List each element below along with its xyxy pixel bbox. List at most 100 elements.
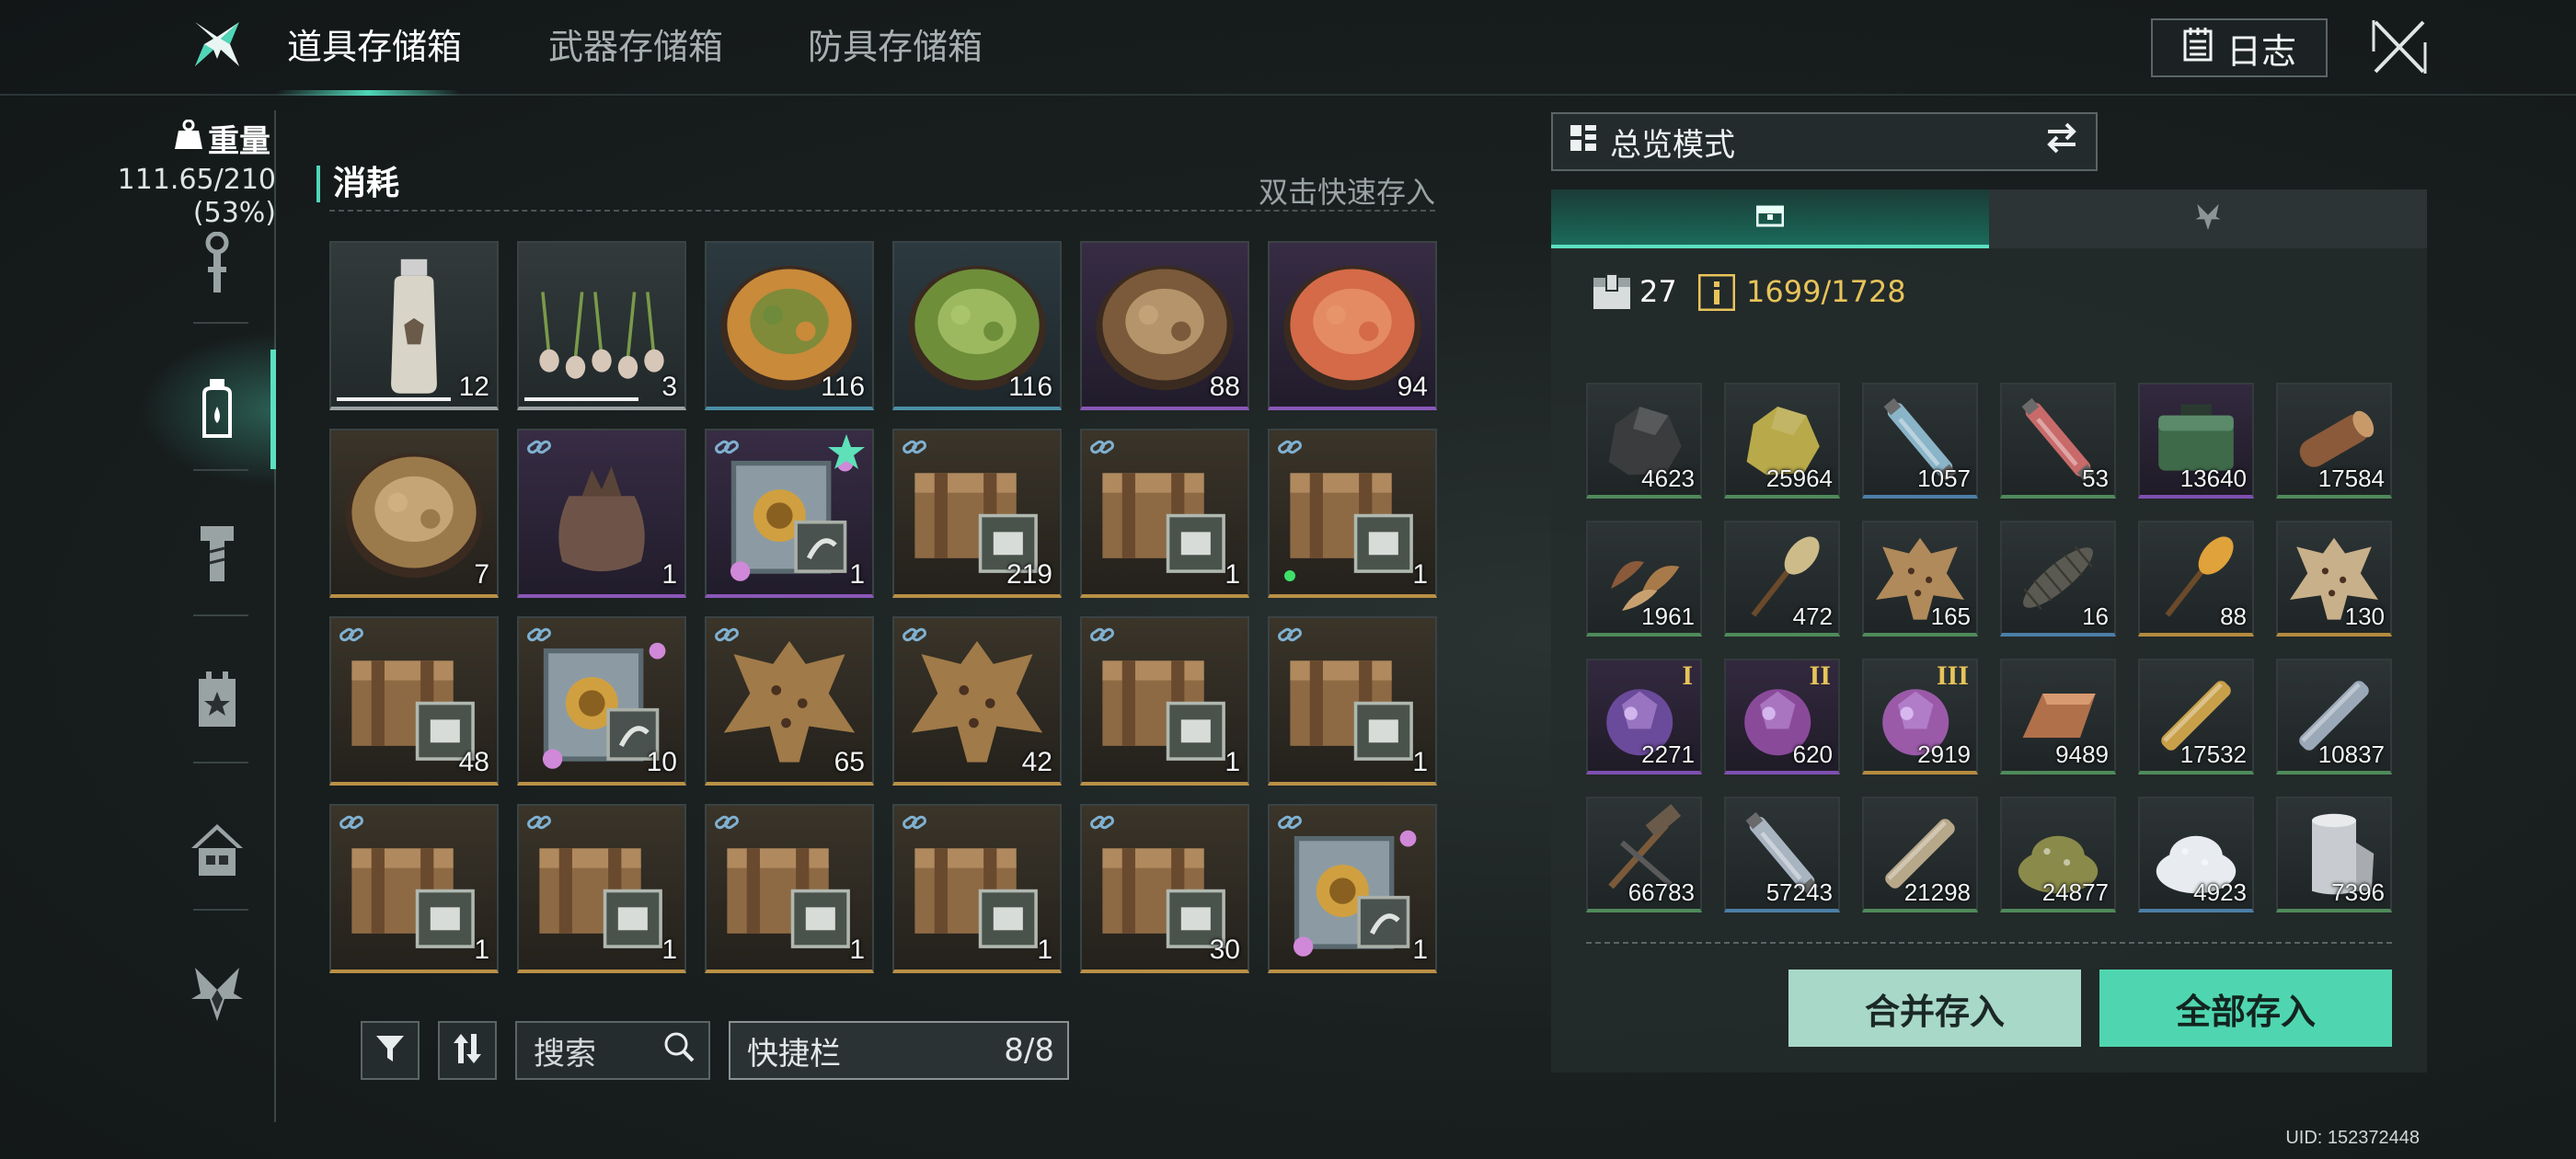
- item-quantity: 1: [849, 935, 865, 965]
- inventory-slot-boots-crate[interactable]: 1: [1268, 616, 1437, 786]
- inventory-slot-cloth-sack[interactable]: 1: [517, 429, 686, 598]
- inventory-slot-pants-crate[interactable]: 1: [705, 804, 874, 973]
- item-quantity: 17532: [2179, 740, 2247, 768]
- item-quantity: 2919: [1917, 740, 1971, 768]
- inventory-slot-leopard-hide[interactable]: 42: [892, 616, 1062, 786]
- inventory-slot-gold-safe[interactable]: 10: [517, 616, 686, 786]
- log-button[interactable]: 日志: [2151, 18, 2328, 77]
- item-quantity: 1: [1412, 559, 1428, 590]
- item-quantity: 7396: [2331, 878, 2385, 906]
- storage-slot-crystal-tier-1[interactable]: I 2271: [1586, 659, 1702, 775]
- inventory-slot-noodle-plate[interactable]: 116: [705, 241, 874, 410]
- storage-slot-leaf-scraps[interactable]: 1961: [1586, 521, 1702, 637]
- view-mode-label: 总览模式: [1610, 126, 1735, 164]
- storage-slot-foil-roll[interactable]: 7396: [2276, 797, 2392, 912]
- close-icon[interactable]: [2370, 15, 2429, 79]
- inventory-slot-vest-crate[interactable]: 1: [1080, 616, 1249, 786]
- item-quantity: 9489: [2055, 740, 2109, 768]
- item-quantity: 48: [458, 747, 489, 777]
- wrench-icon[interactable]: [188, 231, 247, 296]
- calendar-star-icon[interactable]: [188, 668, 247, 732]
- storage-slot-croc-hide[interactable]: 16: [2000, 521, 2116, 637]
- garlic-sprouts-icon: [519, 243, 684, 407]
- home-icon[interactable]: [188, 817, 247, 881]
- inventory-slot-pistol-crate[interactable]: 30: [1080, 804, 1249, 973]
- storage-slot-steel-bar[interactable]: 10837: [2276, 659, 2392, 775]
- storage-slot-salt-pile[interactable]: 4923: [2138, 797, 2254, 912]
- storage-slot-copper-ingot[interactable]: 9489: [2000, 659, 2116, 775]
- inventory-slot-abalone-plate[interactable]: 7: [329, 429, 499, 598]
- storage-divider: [1586, 942, 2392, 944]
- tab-storage-chest[interactable]: [1551, 189, 1989, 248]
- inventory-slot-pistol-crate[interactable]: 48: [329, 616, 499, 786]
- storage-slot-crystal-tier-3[interactable]: III 2919: [1862, 659, 1978, 775]
- storage-slot-scrap-tools[interactable]: 66783: [1586, 797, 1702, 912]
- sidebar-divider: [274, 110, 276, 1122]
- item-quantity: 21298: [1903, 878, 1971, 906]
- inventory-slot-weapon-crate[interactable]: 219: [892, 429, 1062, 598]
- item-quantity: 472: [1792, 602, 1833, 630]
- tab-item-storage[interactable]: 道具存储箱: [287, 18, 462, 75]
- item-quantity: 1: [1412, 935, 1428, 965]
- storage-slot-spotted-hide[interactable]: 165: [1862, 521, 1978, 637]
- storage-slot-cloth-roll[interactable]: 21298: [1862, 797, 1978, 912]
- search-input[interactable]: 搜索: [515, 1021, 710, 1080]
- tab-armor-storage[interactable]: 防具存储箱: [808, 18, 983, 75]
- inventory-slot-steel-safe[interactable]: 1: [1268, 804, 1437, 973]
- sort-button[interactable]: [438, 1021, 497, 1080]
- inventory-slot-leopard-hide[interactable]: 65: [705, 616, 874, 786]
- storage-slot-crystal-tier-2[interactable]: II 620: [1724, 659, 1840, 775]
- weight-value: 111.65/210: [117, 164, 276, 196]
- tab-storage-emblem[interactable]: [1989, 189, 2427, 248]
- view-mode-select[interactable]: 总览模式: [1551, 112, 2098, 171]
- storage-slot-sulfur-ore[interactable]: 25964: [1724, 383, 1840, 499]
- inventory-slot-shrimp-plate[interactable]: 94: [1268, 241, 1437, 410]
- inventory-slot-mushroom-plate[interactable]: 88: [1080, 241, 1249, 410]
- inventory-slot-steel-safe[interactable]: 1: [705, 429, 874, 598]
- filter-button[interactable]: [361, 1021, 420, 1080]
- bottle-icon[interactable]: [188, 377, 247, 442]
- bound-link-icon: [1277, 811, 1305, 833]
- item-quantity: 12: [458, 372, 489, 402]
- bolt-icon[interactable]: [188, 522, 247, 587]
- bound-link-icon: [526, 624, 554, 646]
- swap-icon: [2044, 122, 2079, 162]
- item-quantity: 2271: [1641, 740, 1695, 768]
- tab-weapon-storage[interactable]: 武器存储箱: [548, 18, 723, 75]
- weight-icon: [175, 119, 202, 157]
- deposit-all-button[interactable]: 全部存入: [2099, 970, 2392, 1047]
- item-quantity: 116: [821, 372, 865, 402]
- storage-slot-green-case[interactable]: 13640: [2138, 383, 2254, 499]
- merge-deposit-button[interactable]: 合并存入: [1788, 970, 2081, 1047]
- inventory-slot-lettuce-plate[interactable]: 116: [892, 241, 1062, 410]
- item-quantity: 13640: [2179, 465, 2247, 492]
- storage-slot-blue-vial[interactable]: 1057: [1862, 383, 1978, 499]
- storage-slot-red-vial[interactable]: 53: [2000, 383, 2116, 499]
- storage-slot-brass-rod[interactable]: 17532: [2138, 659, 2254, 775]
- chest-icon: [1755, 203, 1785, 231]
- storage-slot-seed-pile[interactable]: 24877: [2000, 797, 2116, 912]
- favorite-star-icon: [826, 432, 867, 473]
- inventory-slot-milk-bottle[interactable]: 12: [329, 241, 499, 410]
- storage-slot-golden-torch[interactable]: 88: [2138, 521, 2254, 637]
- inventory-slot-garlic-sprouts[interactable]: 3: [517, 241, 686, 410]
- quickbar-button[interactable]: 快捷栏 8/8: [729, 1021, 1069, 1080]
- storage-slot-coal-ore[interactable]: 4623: [1586, 383, 1702, 499]
- inventory-slot-armor-crate[interactable]: 1: [1080, 429, 1249, 598]
- storage-slot-pale-hide[interactable]: 130: [2276, 521, 2392, 637]
- user-id-label: UID: 152372448: [2285, 1128, 2420, 1148]
- quickbar-label: 快捷栏: [747, 1035, 841, 1073]
- storage-slot-wood-log[interactable]: 17584: [2276, 383, 2392, 499]
- storage-slot-feather-torch[interactable]: 472: [1724, 521, 1840, 637]
- bound-link-icon: [1277, 436, 1305, 458]
- emblem-icon[interactable]: [188, 962, 247, 1027]
- inventory-slot-shirt-crate[interactable]: 1: [517, 804, 686, 973]
- inventory-slot-pistol-crate[interactable]: 1: [892, 804, 1062, 973]
- inventory-slot-helmet-crate[interactable]: 1: [1268, 429, 1437, 598]
- bound-link-icon: [1277, 624, 1305, 646]
- inventory-slot-helmet-crate[interactable]: 1: [329, 804, 499, 973]
- storage-slot-gas-canister[interactable]: 57243: [1724, 797, 1840, 912]
- item-quantity: 1: [849, 559, 865, 590]
- tier-label: I: [1682, 660, 1693, 691]
- item-quantity: 10837: [2317, 740, 2385, 768]
